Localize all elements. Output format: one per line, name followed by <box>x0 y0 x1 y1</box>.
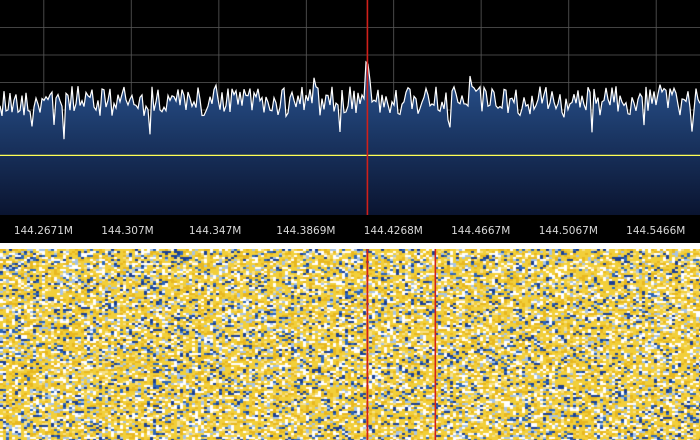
waterfall-plot[interactable] <box>0 249 700 440</box>
freq-tick-label-7: 144.5466M <box>626 225 685 237</box>
frequency-axis: 144.2671M 144.307M 144.347M 144.3869M 144.42… <box>0 215 700 243</box>
sdr-display: 144.2671M 144.307M 144.347M 144.3869M 144.42… <box>0 0 700 440</box>
freq-tick-label-0: 144.2671M <box>14 225 73 237</box>
freq-tick-label-1: 144.307M <box>101 225 153 237</box>
freq-tick-label-6: 144.5067M <box>539 225 598 237</box>
spectrum-fill <box>0 62 700 215</box>
spectrum-canvas[interactable] <box>0 0 700 215</box>
freq-tick-label-4: 144.4268M <box>364 225 423 237</box>
freq-tick-label-5: 144.4667M <box>451 225 510 237</box>
spectrum-plot[interactable] <box>0 0 700 215</box>
freq-tick-label-3: 144.3869M <box>276 225 335 237</box>
freq-tick-label-2: 144.347M <box>189 225 241 237</box>
